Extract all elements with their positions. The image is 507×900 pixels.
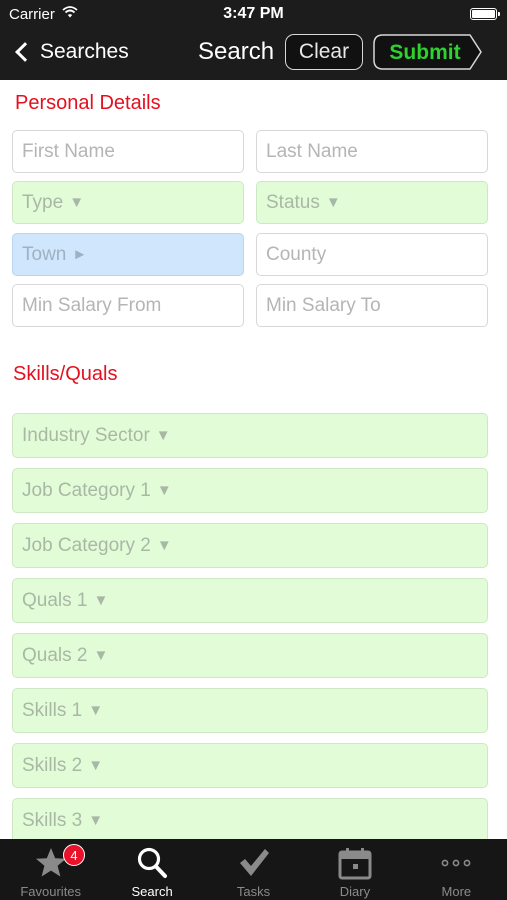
top-bar: Carrier 3:47 PM Searches Search Clear Su…	[0, 0, 507, 80]
calendar-icon	[338, 848, 372, 880]
skills-3-dropdown[interactable]: Skills 3 ▼	[12, 798, 488, 843]
status-dropdown-label: Status	[266, 191, 320, 213]
tab-label: Diary	[339, 884, 371, 899]
min-salary-to-input[interactable]	[266, 294, 487, 317]
dropdown-arrow-icon: ▼	[88, 757, 104, 774]
favourites-badge: 4	[63, 844, 85, 866]
dropdown-label: Job Category 2	[22, 534, 151, 556]
county-field[interactable]	[256, 233, 488, 276]
quals-1-dropdown[interactable]: Quals 1 ▼	[12, 578, 488, 623]
tab-tasks[interactable]: Tasks	[203, 839, 304, 900]
dropdown-arrow-icon: ▼	[88, 812, 104, 829]
tab-bar: 4 Favourites Search Tasks Diary More	[0, 839, 507, 900]
tab-search[interactable]: Search	[101, 839, 202, 900]
dropdown-arrow-icon: ▼	[156, 537, 172, 554]
type-dropdown[interactable]: Type ▼	[12, 181, 244, 224]
first-name-input[interactable]	[22, 140, 243, 163]
submit-button[interactable]: Submit	[373, 34, 483, 70]
dropdown-arrow-icon: ▼	[156, 482, 172, 499]
tab-label: Tasks	[236, 884, 271, 899]
clock: 3:47 PM	[223, 5, 284, 22]
skills-2-dropdown[interactable]: Skills 2 ▼	[12, 743, 488, 788]
tab-diary[interactable]: Diary	[304, 839, 405, 900]
navigation-bar: Searches Search Clear Submit	[0, 28, 507, 80]
town-selector-label: Town	[22, 243, 67, 265]
min-salary-from-field[interactable]	[12, 284, 244, 327]
back-button[interactable]: Searches	[12, 38, 129, 66]
dropdown-label: Quals 1	[22, 589, 88, 611]
job-category-1-dropdown[interactable]: Job Category 1 ▼	[12, 468, 488, 513]
back-chevron-icon	[15, 42, 35, 62]
personal-details-heading: Personal Details	[15, 92, 161, 114]
status-dropdown[interactable]: Status ▼	[256, 181, 488, 224]
dropdown-arrow-icon: ▼	[93, 592, 109, 609]
dropdown-arrow-icon: ▼	[325, 194, 341, 211]
dropdown-label: Skills 3	[22, 809, 83, 831]
min-salary-to-field[interactable]	[256, 284, 488, 327]
dropdown-arrow-icon: ▼	[155, 427, 171, 444]
magnifier-icon	[138, 847, 168, 878]
industry-sector-dropdown[interactable]: Industry Sector ▼	[12, 413, 488, 458]
job-category-2-dropdown[interactable]: Job Category 2 ▼	[12, 523, 488, 568]
checkmark-icon	[239, 849, 269, 876]
submit-button-label: Submit	[389, 41, 461, 64]
clear-button-label: Clear	[298, 40, 350, 63]
dropdown-label: Skills 2	[22, 754, 83, 776]
more-dots-icon	[441, 859, 471, 867]
tab-label: Search	[131, 884, 173, 899]
status-bar: Carrier 3:47 PM	[0, 0, 507, 28]
tab-label: Favourites	[20, 884, 82, 899]
battery-icon	[470, 8, 500, 20]
quals-2-dropdown[interactable]: Quals 2 ▼	[12, 633, 488, 678]
tab-favourites[interactable]: 4 Favourites	[0, 839, 101, 900]
clear-button[interactable]: Clear	[285, 34, 363, 70]
town-selector[interactable]: Town ►	[12, 233, 244, 276]
skills-1-dropdown[interactable]: Skills 1 ▼	[12, 688, 488, 733]
dropdown-label: Skills 1	[22, 699, 83, 721]
tab-label: More	[441, 884, 472, 899]
disclosure-arrow-icon: ►	[72, 246, 88, 263]
min-salary-from-input[interactable]	[22, 294, 243, 317]
dropdown-arrow-icon: ▼	[69, 194, 85, 211]
dropdown-label: Industry Sector	[22, 424, 150, 446]
back-label: Searches	[40, 40, 129, 63]
dropdown-label: Quals 2	[22, 644, 88, 666]
last-name-field[interactable]	[256, 130, 488, 173]
dropdown-arrow-icon: ▼	[88, 702, 104, 719]
dropdown-label: Job Category 1	[22, 479, 151, 501]
skills-quals-heading: Skills/Quals	[13, 363, 118, 385]
county-input[interactable]	[266, 243, 487, 266]
dropdown-arrow-icon: ▼	[93, 647, 109, 664]
last-name-input[interactable]	[266, 140, 487, 163]
first-name-field[interactable]	[12, 130, 244, 173]
type-dropdown-label: Type	[22, 191, 64, 213]
tab-more[interactable]: More	[406, 839, 507, 900]
page-title: Search	[198, 38, 275, 65]
